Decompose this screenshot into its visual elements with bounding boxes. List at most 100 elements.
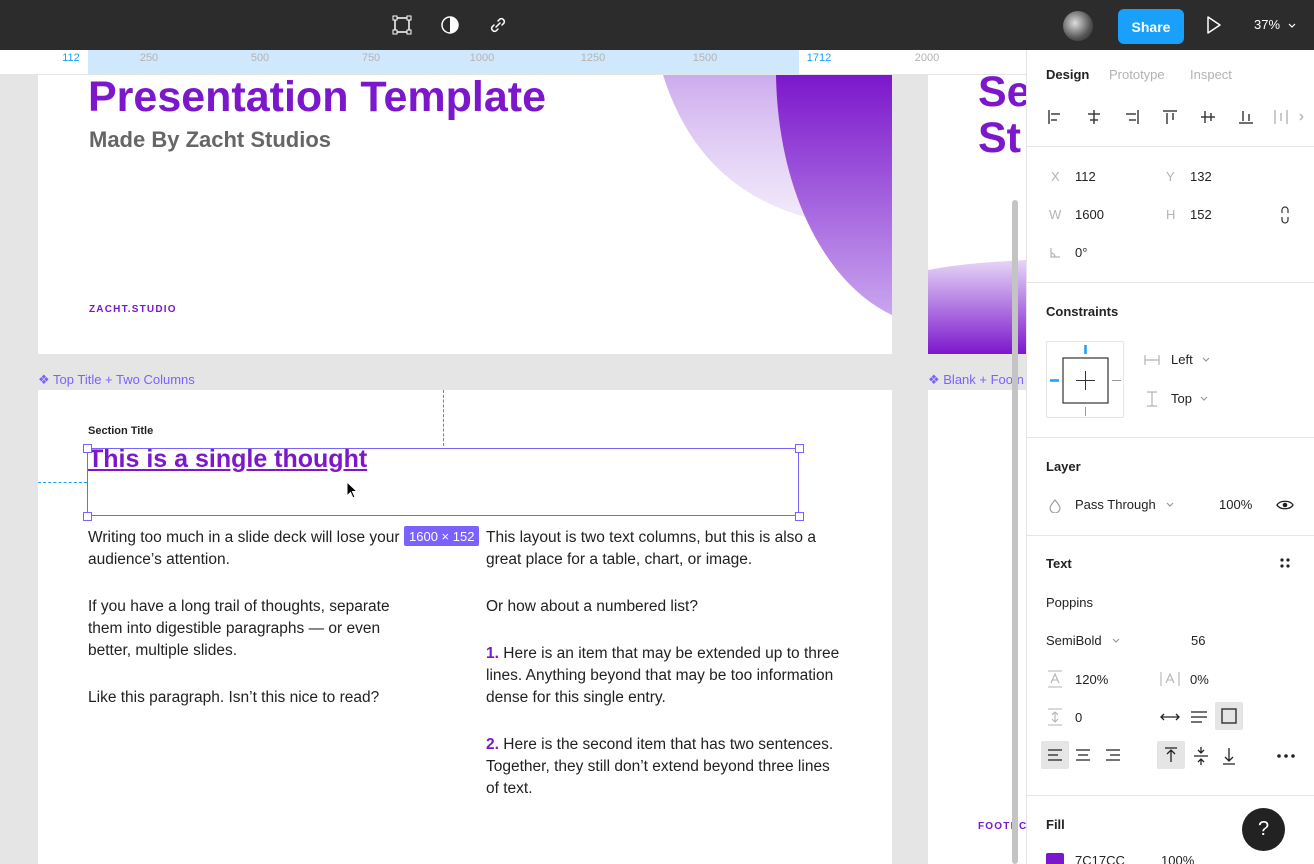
paragraph: If you have a long trail of thoughts, se… (88, 598, 390, 659)
align-middle-icon[interactable] (1193, 746, 1209, 766)
resize-handle[interactable] (83, 512, 92, 521)
align-bottom-icon[interactable] (1221, 746, 1237, 766)
frame-icon[interactable] (390, 13, 414, 37)
fill-hex-field[interactable]: 7C17CC (1075, 853, 1125, 864)
align-right-icon[interactable] (1105, 748, 1121, 762)
vertical-constraint-select[interactable]: Top (1171, 391, 1192, 406)
left-column[interactable]: Writing too much in a slide deck will lo… (88, 527, 413, 734)
w-label: W (1049, 207, 1062, 222)
align-top-button[interactable] (1157, 741, 1185, 769)
tab-inspect[interactable]: Inspect (1190, 67, 1232, 82)
chevron-down-icon[interactable] (1199, 395, 1209, 403)
selection-box[interactable] (87, 448, 799, 516)
align-center-icon[interactable] (1075, 748, 1091, 762)
width-field[interactable]: 1600 (1075, 207, 1104, 222)
link-icon[interactable] (486, 13, 510, 37)
slide-title-partial[interactable]: Se St (978, 75, 1026, 161)
constraints-heading: Constraints (1046, 304, 1119, 319)
font-size-field[interactable]: 56 (1191, 633, 1205, 648)
resize-handle[interactable] (83, 444, 92, 453)
font-family-select[interactable]: Poppins (1046, 595, 1093, 610)
y-field[interactable]: 132 (1190, 169, 1212, 184)
frame-label[interactable]: ❖ Top Title + Two Columns (38, 372, 195, 388)
cursor-icon (346, 480, 360, 506)
fill-opacity-field[interactable]: 100% (1161, 853, 1194, 864)
align-left-button[interactable] (1041, 741, 1069, 769)
fill-color-swatch[interactable] (1046, 853, 1064, 864)
y-label: Y (1166, 169, 1175, 184)
frame-label[interactable]: ❖ Blank + Footn (928, 372, 1024, 388)
ruler-tick: 112 (62, 52, 80, 64)
measure-guide (443, 390, 444, 446)
play-icon[interactable] (1204, 14, 1224, 41)
vertical-constraint-icon (1147, 391, 1157, 407)
line-height-field[interactable]: 120% (1075, 672, 1108, 687)
layer-opacity-field[interactable]: 100% (1219, 497, 1252, 512)
list-item: 2. Here is the second item that has two … (486, 734, 846, 800)
auto-height-icon[interactable] (1190, 710, 1208, 724)
paragraph-spacing-field[interactable]: 0 (1075, 710, 1082, 725)
x-field[interactable]: 112 (1075, 169, 1096, 184)
slide-frame-title[interactable]: Presentation Template Made By Zacht Stud… (38, 75, 892, 354)
chevron-down-icon[interactable] (1111, 637, 1121, 645)
letter-spacing-icon (1160, 672, 1180, 686)
fixed-size-icon (1221, 708, 1237, 724)
slide-subtitle[interactable]: Made By Zacht Studios (89, 127, 331, 153)
list-item: 1. Here is an item that may be extended … (486, 643, 846, 709)
font-weight-select[interactable]: SemiBold (1046, 633, 1102, 648)
resize-handle[interactable] (795, 512, 804, 521)
list-number: 2. (486, 736, 499, 753)
resize-handle[interactable] (795, 444, 804, 453)
auto-width-icon[interactable] (1160, 711, 1180, 723)
blend-mode-select[interactable]: Pass Through (1075, 497, 1156, 512)
vertical-scrollbar[interactable] (1012, 200, 1018, 864)
paragraph: This layout is two text columns, but thi… (486, 529, 816, 568)
tab-prototype[interactable]: Prototype (1109, 67, 1165, 82)
properties-panel: Design Prototype Inspect X 112 Y 132 W 1… (1026, 50, 1314, 864)
horizontal-ruler: 112 250 500 750 1000 1250 1500 1712 2000 (0, 50, 1026, 75)
rotation-icon (1050, 248, 1060, 258)
constrain-proportions-icon[interactable] (1280, 206, 1290, 224)
chevron-down-icon[interactable] (1165, 501, 1175, 509)
rotation-field[interactable]: 0° (1075, 245, 1087, 260)
ruler-tick: 500 (250, 52, 270, 64)
chevron-down-icon[interactable] (1201, 356, 1211, 364)
chevron-down-icon[interactable] (1287, 18, 1297, 36)
horizontal-constraint-select[interactable]: Left (1171, 352, 1193, 367)
right-column[interactable]: This layout is two text columns, but thi… (486, 527, 846, 825)
ruler-tick: 1000 (469, 52, 495, 64)
layer-heading: Layer (1046, 459, 1081, 474)
share-button[interactable]: Share (1118, 9, 1184, 44)
divider (1027, 437, 1314, 438)
slide-footer[interactable]: FOOTNC (978, 821, 1026, 832)
divider (1027, 146, 1314, 147)
eye-icon[interactable] (1276, 499, 1294, 511)
section-title[interactable]: Section Title (88, 425, 153, 437)
slide-title[interactable]: Presentation Template (88, 75, 546, 122)
help-button[interactable]: ? (1242, 808, 1285, 851)
text-styles-icon[interactable] (1279, 557, 1291, 569)
text-heading: Text (1046, 556, 1072, 571)
fixed-size-button[interactable] (1215, 702, 1243, 730)
list-text: Here is the second item that has two sen… (486, 736, 834, 797)
ruler-tick: 250 (139, 52, 159, 64)
align-top-icon (1165, 747, 1177, 762)
h-label: H (1166, 207, 1176, 222)
constraints-widget[interactable] (1046, 341, 1124, 418)
letter-spacing-field[interactable]: 0% (1190, 672, 1209, 687)
tab-design[interactable]: Design (1046, 67, 1089, 82)
paragraph: Like this paragraph. Isn’t this nice to … (88, 689, 380, 706)
title-line: St (978, 114, 1021, 162)
contrast-icon[interactable] (438, 13, 462, 37)
paragraph: Writing too much in a slide deck will lo… (88, 529, 400, 568)
height-field[interactable]: 152 (1190, 207, 1212, 222)
avatar[interactable] (1063, 11, 1093, 41)
blend-mode-icon (1049, 499, 1061, 513)
align-left-icon (1048, 749, 1062, 761)
x-label: X (1051, 169, 1060, 184)
slide-footer[interactable]: ZACHT.STUDIO (89, 304, 177, 315)
more-options-icon[interactable] (1276, 753, 1296, 759)
alignment-icons[interactable] (1046, 108, 1306, 126)
ruler-tick: 750 (361, 52, 381, 64)
zoom-level[interactable]: 37% (1254, 17, 1280, 32)
